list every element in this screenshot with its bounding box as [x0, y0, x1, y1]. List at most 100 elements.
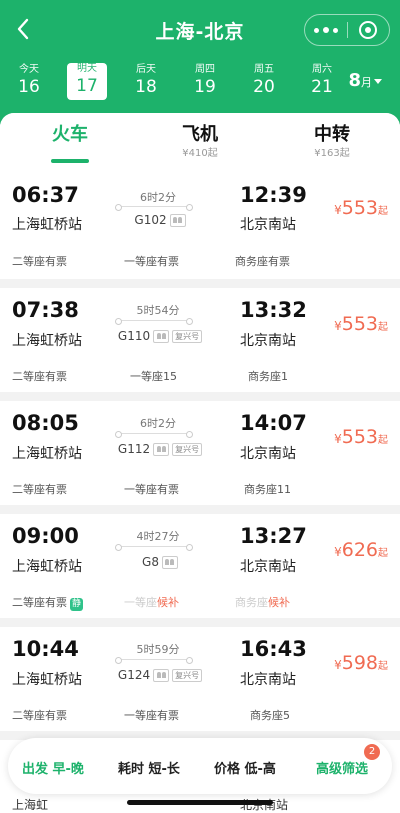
arrive-time: 13:27 [240, 524, 307, 548]
date-item-4[interactable]: 周五 20 [242, 64, 286, 98]
seat-status: 有票 [268, 255, 290, 268]
seat-name: 一等座 [124, 709, 157, 722]
seat-type-icon [153, 442, 170, 456]
arrive-station: 北京南站 [240, 333, 296, 349]
tab-transfer[interactable]: 中转 ¥163起 [302, 123, 362, 160]
seat-status: 有票 [157, 709, 179, 722]
train-card[interactable]: 07:38 上海虹桥站 5时54分 G110 复兴号 13:32 北京南站 ¥5… [0, 288, 400, 392]
train-info: G112 复兴号 [100, 442, 220, 456]
date-day: 19 [194, 77, 216, 97]
seat-status: 11 [277, 483, 291, 496]
train-card[interactable]: 09:00 上海虹桥站 4时27分 G8 13:27 北京南站 ¥626起 二等… [0, 514, 400, 618]
depart-station: 上海虹桥站 [12, 446, 82, 462]
quiet-car-badge: 静 [70, 598, 84, 611]
date-item-1-selected[interactable]: 明天 17 [67, 63, 107, 100]
arrive-time: 14:07 [240, 411, 307, 435]
seat-first-class: 一等座15 [130, 368, 177, 384]
tab-flight[interactable]: 飞机 ¥410起 [170, 123, 230, 160]
arrive-station: 北京南站 [240, 672, 296, 688]
seat-business-class: 商务座候补 [235, 594, 290, 610]
filter-bar: 出发 早-晚 耗时 短-长 价格 低-高 高级筛选 2 [8, 738, 392, 794]
price: ¥553起 [334, 197, 388, 219]
seat-first-class: 一等座候补 [124, 594, 179, 610]
date-day: 17 [76, 76, 98, 96]
seat-name: 商务座 [235, 255, 268, 268]
duration: 5时54分 [136, 304, 180, 317]
depart-time: 07:38 [12, 298, 79, 322]
filter-advanced[interactable]: 高级筛选 [316, 758, 368, 777]
date-item-2[interactable]: 后天 18 [124, 64, 168, 98]
next-card-depart-station: 上海虹 [12, 798, 49, 812]
month-picker[interactable]: 8月 [348, 70, 382, 91]
seat-second-class: 二等座有票 [12, 368, 67, 384]
seat-name: 商务座 [248, 370, 281, 383]
date-day: 20 [253, 77, 275, 97]
seat-status: 1 [281, 370, 288, 383]
duration: 4时27分 [136, 530, 180, 543]
tab-train[interactable]: 火车 [40, 123, 100, 163]
date-item-0[interactable]: 今天 16 [7, 64, 51, 98]
seat-name: 二等座 [12, 255, 45, 268]
date-item-3[interactable]: 周四 19 [183, 64, 227, 98]
seat-type-icon [153, 329, 170, 343]
date-item-5[interactable]: 周六 21 [300, 64, 344, 98]
close-mini-program-icon[interactable] [348, 15, 389, 45]
arrive-station: 北京南站 [240, 559, 296, 575]
price-value: 553 [341, 197, 378, 219]
tab-price-hint: ¥163起 [314, 148, 350, 159]
date-day: 16 [18, 77, 40, 97]
seat-first-class: 一等座有票 [124, 707, 179, 723]
duration-line [115, 657, 193, 664]
date-weekday: 周四 [195, 64, 215, 75]
depart-station: 上海虹桥站 [12, 217, 82, 233]
seat-second-class: 二等座有票 [12, 707, 67, 723]
seat-second-class: 二等座有票 [12, 481, 67, 497]
seat-type-icon [161, 555, 178, 569]
seat-name: 一等座 [130, 370, 163, 383]
price-currency: ¥ [334, 545, 342, 559]
filter-price[interactable]: 价格 低-高 [214, 758, 276, 777]
depart-time: 06:37 [12, 183, 79, 207]
duration-line [115, 204, 193, 211]
train-card[interactable]: 06:37 上海虹桥站 6时2分 G102 12:39 北京南站 ¥553起 二… [0, 175, 400, 279]
filter-duration[interactable]: 耗时 短-长 [118, 758, 180, 777]
price: ¥626起 [334, 539, 388, 561]
filter-depart-time[interactable]: 出发 早-晚 [22, 758, 84, 777]
train-card[interactable]: 10:44 上海虹桥站 5时59分 G124 复兴号 16:43 北京南站 ¥5… [0, 627, 400, 731]
price-suffix: 起 [378, 661, 388, 672]
seat-status: 有票 [45, 596, 67, 609]
tab-label: 火车 [52, 124, 88, 145]
price-currency: ¥ [334, 319, 342, 333]
date-weekday: 今天 [19, 64, 39, 75]
seat-first-class: 一等座有票 [124, 481, 179, 497]
price-suffix: 起 [378, 322, 388, 333]
seat-second-class: 二等座有票静 [12, 594, 84, 611]
arrive-time: 16:43 [240, 637, 307, 661]
seat-name: 二等座 [12, 709, 45, 722]
seat-name: 二等座 [12, 596, 45, 609]
arrive-station: 北京南站 [240, 446, 296, 462]
more-icon[interactable] [305, 15, 347, 45]
price: ¥598起 [334, 652, 388, 674]
seat-status: 有票 [45, 483, 67, 496]
duration: 6时2分 [140, 191, 176, 204]
header: 上海-北京 今天 16 明天 17 后天 18 周四 19 周五 20 周六 2… [0, 0, 400, 125]
results-sheet: 火车 飞机 ¥410起 中转 ¥163起 06:37 上海虹桥站 6时2分 G1… [0, 113, 400, 813]
date-day: 18 [135, 77, 157, 97]
train-number: G124 [117, 668, 151, 682]
train-card[interactable]: 08:05 上海虹桥站 6时2分 G112 复兴号 14:07 北京南站 ¥55… [0, 401, 400, 505]
seat-status: 候补 [268, 596, 290, 609]
price-currency: ¥ [334, 203, 342, 217]
date-weekday: 明天 [77, 63, 97, 74]
date-day: 21 [311, 77, 333, 97]
train-info: G102 [100, 213, 220, 227]
seat-status: 15 [163, 370, 177, 383]
date-weekday: 周六 [312, 64, 332, 75]
fuxing-tag: 复兴号 [172, 329, 203, 343]
arrive-time: 13:32 [240, 298, 307, 322]
seat-name: 一等座 [124, 483, 157, 496]
seat-status: 有票 [157, 483, 179, 496]
price: ¥553起 [334, 313, 388, 335]
train-info: G8 [100, 555, 220, 569]
price-currency: ¥ [334, 432, 342, 446]
